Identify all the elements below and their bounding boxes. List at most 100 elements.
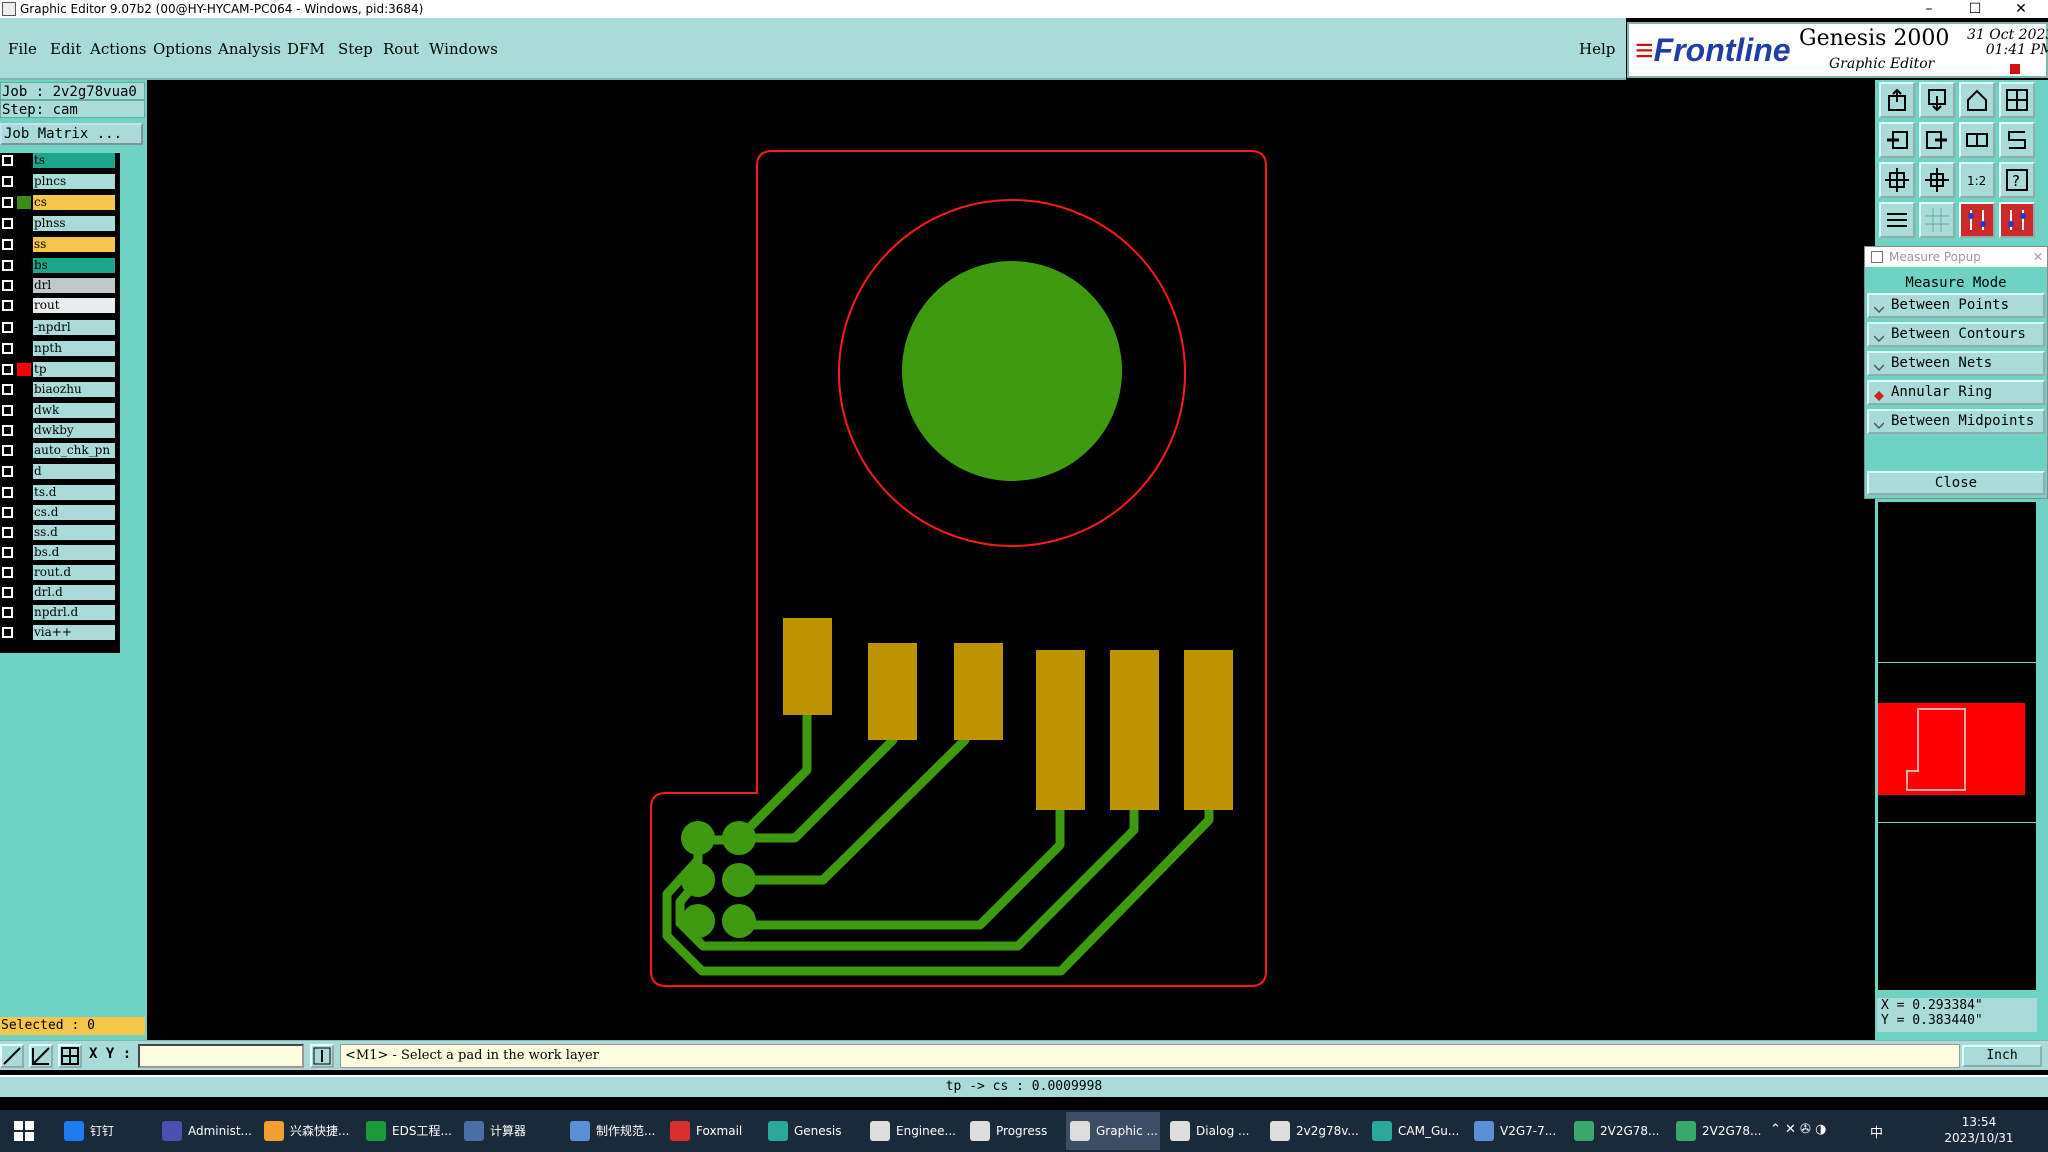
taskbar-item[interactable]: Genesis — [764, 1112, 860, 1150]
job-matrix-button[interactable]: Job Matrix ... — [0, 123, 143, 145]
layer-checkbox[interactable] — [2, 364, 13, 375]
layer-color-swatch[interactable] — [17, 404, 31, 417]
taskbar-item[interactable]: 2V2G78... — [1570, 1112, 1666, 1150]
layer-name[interactable]: -npdrl — [33, 320, 115, 335]
taskbar-item[interactable]: Enginee... — [866, 1112, 960, 1150]
layer-checkbox[interactable] — [2, 322, 13, 333]
layer-name[interactable]: rout — [33, 298, 115, 313]
taskbar-item[interactable]: 制作规范... — [566, 1112, 660, 1150]
measure-option-between-midpoints[interactable]: Between Midpoints — [1867, 409, 2045, 434]
layer-checkbox[interactable] — [2, 239, 13, 250]
layer-color-swatch[interactable] — [17, 342, 31, 355]
layer-checkbox[interactable] — [2, 384, 13, 395]
layer-checkbox[interactable] — [2, 425, 13, 436]
layer-color-swatch[interactable] — [17, 606, 31, 619]
layer-row-ts[interactable]: ts — [0, 153, 118, 168]
menu-step[interactable]: Step — [338, 40, 373, 58]
layer-checkbox[interactable] — [2, 343, 13, 354]
layer-color-swatch[interactable] — [17, 526, 31, 539]
layer-name[interactable]: npth — [33, 341, 115, 356]
layer-checkbox[interactable] — [2, 547, 13, 558]
taskbar-item[interactable]: 2v2g78v... — [1266, 1112, 1362, 1150]
layer-name[interactable]: auto_chk_pn — [33, 443, 115, 458]
layer-checkbox[interactable] — [2, 176, 13, 187]
layer-row-dwk[interactable]: dwk — [0, 403, 118, 418]
taskbar-item[interactable]: Dialog ... — [1166, 1112, 1260, 1150]
taskbar-item[interactable]: 兴森快捷... — [260, 1112, 356, 1150]
units-button[interactable]: Inch — [1962, 1045, 2042, 1067]
layer-row-via-[interactable]: via++ — [0, 625, 118, 640]
layers-tool-button[interactable] — [1879, 202, 1915, 238]
mode-measure-button[interactable] — [29, 1044, 53, 1068]
zoom-center-button[interactable] — [1919, 162, 1955, 198]
taskbar-item[interactable]: Administ... — [158, 1112, 254, 1150]
menu-actions[interactable]: Actions — [90, 40, 146, 58]
layer-row-plnss[interactable]: plnss — [0, 216, 118, 231]
layer-row-auto-chk-pn[interactable]: auto_chk_pn — [0, 443, 118, 458]
layer-row-cs-d[interactable]: cs.d — [0, 505, 118, 520]
layer-row-bs[interactable]: bs — [0, 258, 118, 273]
layer-name[interactable]: biaozhu — [33, 382, 115, 397]
layer-checkbox[interactable] — [2, 607, 13, 618]
entry-toggle-button[interactable] — [310, 1044, 334, 1068]
menu-rout[interactable]: Rout — [383, 40, 419, 58]
redraw-button[interactable] — [1999, 122, 2035, 158]
menu-windows[interactable]: Windows — [429, 40, 498, 58]
taskbar-item[interactable]: Graphic ... — [1066, 1112, 1160, 1150]
layer-name[interactable]: ts.d — [33, 485, 115, 500]
help-tool-button[interactable]: ? — [1999, 162, 2035, 198]
pan-right-button[interactable] — [1919, 122, 1955, 158]
layer-row-d[interactable]: d — [0, 464, 118, 479]
mirror-button[interactable] — [1959, 122, 1995, 158]
layer-name[interactable]: d — [33, 464, 115, 479]
minimize-button[interactable]: – — [1906, 0, 1952, 18]
menu-dfm[interactable]: DFM — [287, 40, 325, 58]
menu-help[interactable]: Help — [1579, 40, 1615, 58]
layer-color-swatch[interactable] — [17, 238, 31, 251]
layer-color-swatch[interactable] — [17, 299, 31, 312]
xy-input[interactable] — [138, 1044, 304, 1068]
layer-checkbox[interactable] — [2, 527, 13, 538]
layer-row-npdrl-d[interactable]: npdrl.d — [0, 605, 118, 620]
layer-checkbox[interactable] — [2, 260, 13, 271]
scale-1-2-button[interactable]: 1:2 — [1959, 162, 1995, 198]
layer-color-swatch[interactable] — [17, 321, 31, 334]
layer-name[interactable]: ts — [33, 153, 115, 168]
ime-indicator[interactable]: 中 — [1870, 1122, 1883, 1141]
layer-row--npdrl[interactable]: -npdrl — [0, 320, 118, 335]
layer-color-swatch[interactable] — [17, 279, 31, 292]
mode-snap-button[interactable] — [58, 1044, 82, 1068]
layer-name[interactable]: via++ — [33, 625, 115, 640]
taskbar-item[interactable]: 钉钉 — [60, 1112, 152, 1150]
maximize-button[interactable]: ☐ — [1952, 0, 1998, 18]
layer-checkbox[interactable] — [2, 300, 13, 311]
grid-view-button[interactable] — [1999, 82, 2035, 118]
system-clock[interactable]: 13:54 2023/10/31 — [1934, 1114, 2024, 1146]
measure-option-between-nets[interactable]: Between Nets — [1867, 351, 2045, 376]
layer-name[interactable]: tp — [33, 362, 115, 377]
zoom-bottom-button[interactable] — [1919, 82, 1955, 118]
measure-option-between-points[interactable]: Between Points — [1867, 293, 2045, 318]
layer-row-dwkby[interactable]: dwkby — [0, 423, 118, 438]
menu-edit[interactable]: Edit — [50, 40, 81, 58]
layer-color-swatch[interactable] — [17, 546, 31, 559]
layer-name[interactable]: bs — [33, 258, 115, 273]
layer-checkbox[interactable] — [2, 405, 13, 416]
layer-color-swatch[interactable] — [17, 465, 31, 478]
layer-color-swatch[interactable] — [17, 217, 31, 230]
layer-row-rout[interactable]: rout — [0, 298, 118, 313]
snap-grid-button[interactable] — [1919, 202, 1955, 238]
layer-color-swatch[interactable] — [17, 175, 31, 188]
layer-row-bs-d[interactable]: bs.d — [0, 545, 118, 560]
layer-row-biaozhu[interactable]: biaozhu — [0, 382, 118, 397]
layer-row-plncs[interactable]: plncs — [0, 174, 118, 189]
taskbar-item[interactable]: V2G7-7... — [1470, 1112, 1564, 1150]
home-view-button[interactable] — [1959, 82, 1995, 118]
layer-name[interactable]: rout.d — [33, 565, 115, 580]
layer-color-swatch[interactable] — [17, 196, 31, 209]
windows-start-icon[interactable] — [14, 1121, 34, 1141]
layer-color-swatch[interactable] — [17, 626, 31, 639]
layer-checkbox[interactable] — [2, 280, 13, 291]
layer-checkbox[interactable] — [2, 587, 13, 598]
layer-checkbox[interactable] — [2, 567, 13, 578]
